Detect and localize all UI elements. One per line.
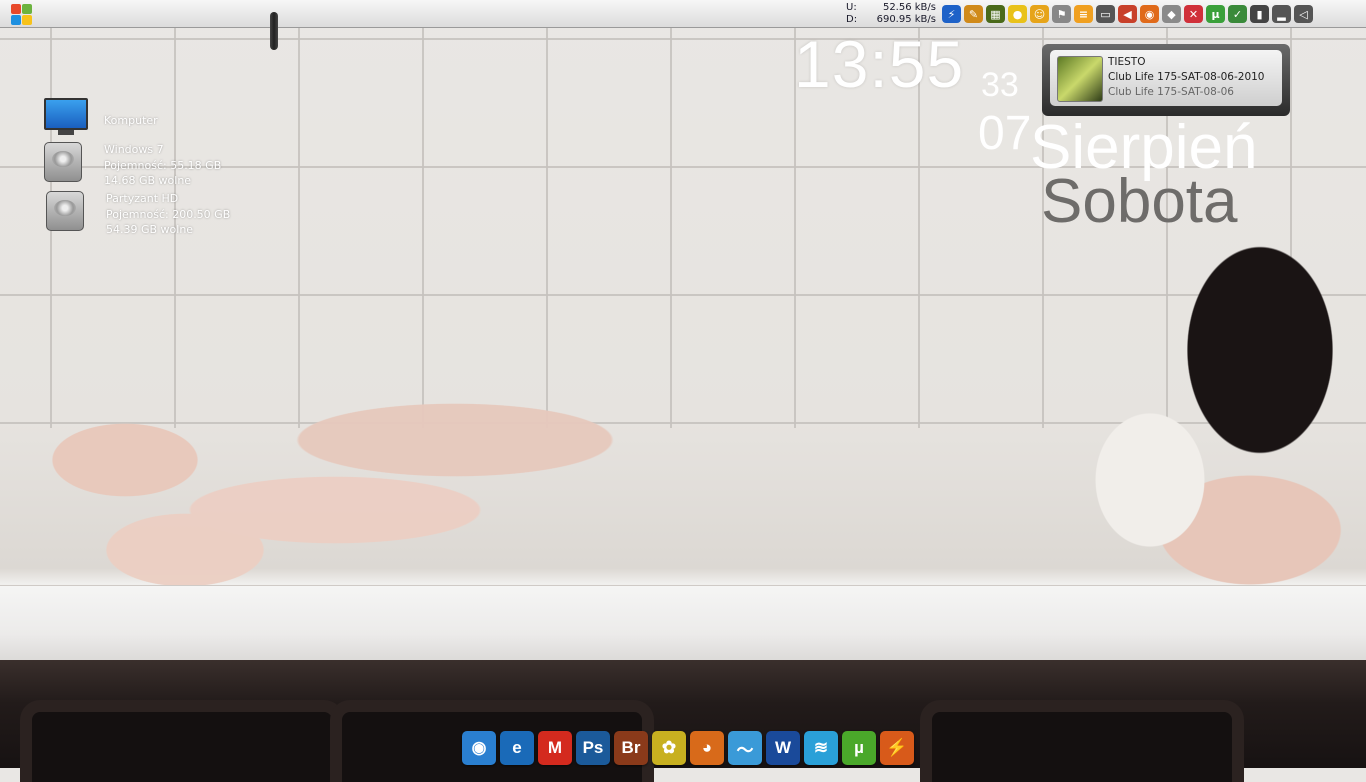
lightbulb-icon[interactable]: ● [1008, 5, 1027, 23]
winamp-icon[interactable]: ⚡ [880, 731, 914, 765]
hard-drive-icon [44, 142, 82, 182]
ticket-icon[interactable]: ✎ [964, 5, 983, 23]
firefox-icon[interactable]: ◕ [690, 731, 724, 765]
app-dock: ◉ e M Ps Br ✿ ◕ 〜 W ≋ µ ⚡ [462, 731, 917, 765]
taskbar: U: 52.56 kB/s D: 690.95 kB/s ⚡ ✎ ▦ ● ☺ ⚑ ≡ ▭ ◀ ◉ ◆… [0, 0, 1366, 28]
album-art [1057, 56, 1103, 102]
wallpaper-bathtub-rim [0, 585, 1366, 666]
volume-icon[interactable]: ◁ [1294, 5, 1313, 23]
windows-logo-icon [11, 15, 21, 25]
hard-drive-icon [46, 191, 84, 231]
firefox-icon[interactable]: ◉ [1140, 5, 1159, 23]
usb-icon[interactable]: ▮ [1250, 5, 1269, 23]
projector-icon[interactable]: ▭ [1096, 5, 1115, 23]
download-label: D: [846, 14, 858, 25]
now-playing-panel: TIESTO Club Life 175-SAT-08-06-2010 Club… [1050, 50, 1282, 106]
word-icon[interactable]: W [766, 731, 800, 765]
signal-bars-icon[interactable]: ▂ [1272, 5, 1291, 23]
picasa-icon[interactable]: ✿ [652, 731, 686, 765]
photoshop-icon[interactable]: Ps [576, 731, 610, 765]
wallpaper-panel [920, 700, 1244, 782]
speaker-icon[interactable]: ◀ [1118, 5, 1137, 23]
network-speed-meter: U: 52.56 kB/s D: 690.95 kB/s [846, 2, 936, 26]
utorrent-icon[interactable]: µ [842, 731, 876, 765]
now-playing-widget[interactable]: TIESTO Club Life 175-SAT-08-06-2010 Club… [1042, 44, 1290, 116]
drive-name: Windows 7 [104, 143, 164, 156]
stop-icon[interactable]: ✕ [1184, 5, 1203, 23]
wifi-icon[interactable]: ≋ [804, 731, 838, 765]
computer-icon [44, 98, 88, 135]
windows-logo-icon [11, 4, 21, 14]
track-album: Club Life 175-SAT-08-06 [1108, 86, 1234, 98]
drive-free-space: 54.39 GB wolne [106, 223, 194, 236]
download-speed: 690.95 kB/s [876, 14, 936, 25]
clock-seconds: 33 [981, 66, 1019, 104]
upload-label: U: [846, 2, 857, 13]
date-weekday: Sobota [1041, 167, 1238, 236]
menu-icon[interactable]: ≡ [1074, 5, 1093, 23]
drive-capacity: Pojemność: 200.50 GB [106, 207, 231, 221]
drive-capacity: Pojemność: 55.18 GB [104, 158, 222, 172]
mail-app-icon[interactable]: 〜 [728, 731, 762, 765]
track-title: Club Life 175-SAT-08-06-2010 [1108, 71, 1265, 83]
droplet-icon[interactable]: ◆ [1162, 5, 1181, 23]
drive-free-space: 14.68 GB wolne [104, 174, 192, 187]
wallpaper-figure-body [1040, 200, 1366, 590]
widget-grip-handle[interactable] [270, 12, 278, 50]
flag-icon[interactable]: ⚑ [1052, 5, 1071, 23]
clock-time: 13:55 [794, 27, 965, 101]
drive-name: Partyzant HD [106, 192, 179, 205]
security-shield-icon[interactable]: ✓ [1228, 5, 1247, 23]
gmail-icon[interactable]: M [538, 731, 572, 765]
upload-speed: 52.56 kB/s [882, 2, 936, 13]
utorrent-tray-icon[interactable]: µ [1206, 5, 1225, 23]
bridge-icon[interactable]: Br [614, 731, 648, 765]
windows-logo-icon [22, 15, 32, 25]
start-button[interactable] [10, 3, 32, 25]
date-day: 07 [978, 107, 1032, 160]
system-tray: ⚡ ✎ ▦ ● ☺ ⚑ ≡ ▭ ◀ ◉ ◆ ✕ µ ✓ ▮ ▂ ◁ [942, 5, 1313, 23]
track-artist: TIESTO [1108, 56, 1146, 68]
image-viewer-icon[interactable]: ▦ [986, 5, 1005, 23]
drive-name: Komputer [104, 114, 158, 127]
chrome-icon[interactable]: ◉ [462, 731, 496, 765]
windows-logo-icon [22, 4, 32, 14]
internet-explorer-icon[interactable]: e [500, 731, 534, 765]
wallpaper-panel [20, 700, 344, 782]
wallpaper-figure [35, 320, 935, 620]
download-manager-icon[interactable]: ⚡ [942, 5, 961, 23]
smiley-icon[interactable]: ☺ [1030, 5, 1049, 23]
